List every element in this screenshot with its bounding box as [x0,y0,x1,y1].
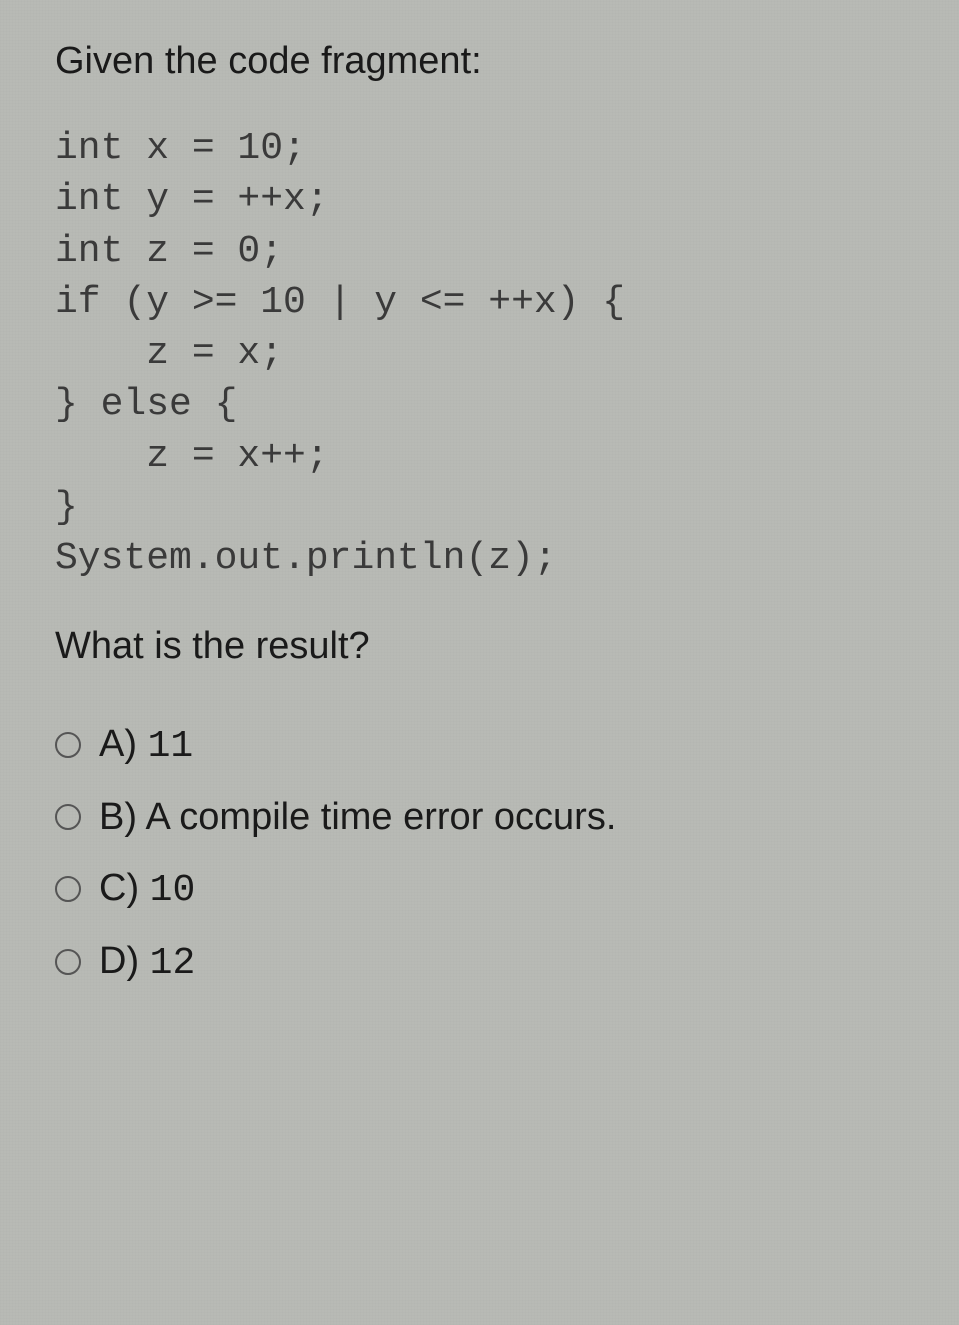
option-letter: C) [99,867,139,909]
question-intro: Given the code fragment: [55,40,904,83]
option-label: C) 10 [99,867,195,912]
question-prompt: What is the result? [55,625,904,668]
option-d[interactable]: D) 12 [55,940,904,985]
radio-icon [55,949,81,975]
options-list: A) 11 B) A compile time error occurs. C)… [55,723,904,985]
option-label: A) 11 [99,723,193,768]
option-letter: B) [99,796,137,838]
option-label: D) 12 [99,940,195,985]
option-text: 10 [150,869,196,912]
option-letter: A) [99,723,137,765]
radio-icon [55,876,81,902]
option-a[interactable]: A) 11 [55,723,904,768]
option-text: 12 [150,942,196,985]
code-fragment: int x = 10; int y = ++x; int z = 0; if (… [55,123,904,585]
radio-icon [55,804,81,830]
option-label: B) A compile time error occurs. [99,796,616,839]
option-b[interactable]: B) A compile time error occurs. [55,796,904,839]
option-c[interactable]: C) 10 [55,867,904,912]
option-text: A compile time error occurs. [145,796,616,838]
radio-icon [55,732,81,758]
option-letter: D) [99,940,139,982]
option-text: 11 [148,725,194,768]
